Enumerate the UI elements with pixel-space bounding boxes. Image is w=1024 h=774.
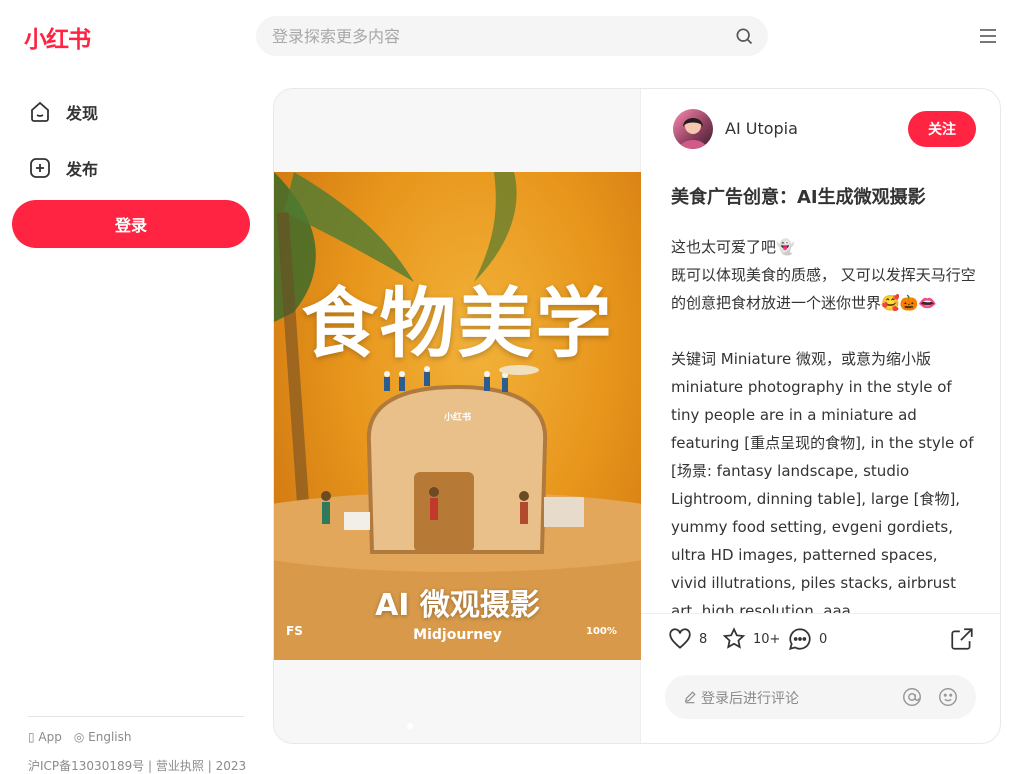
heart-icon [669,628,691,649]
language-link[interactable]: ◎ English [74,730,132,744]
author-name[interactable]: AI Utopia [725,119,798,138]
note-info: AI Utopia 关注 美食广告创意：AI生成微观摄影 这也太可爱了吧👻 既可… [641,89,1000,743]
poster-corner-right: 100% [586,626,617,637]
like-count: 8 [699,631,708,647]
collect-button[interactable]: 10+ [721,625,780,653]
emoji-icon[interactable] [937,686,959,708]
share-icon [951,628,973,650]
comment-count: 0 [819,631,828,647]
icp-footer: 沪ICP备13030189号 | 营业执照 | 2023 [28,759,247,773]
share-button[interactable] [949,625,975,653]
avatar-image [679,118,707,149]
carousel-indicator[interactable] [407,723,413,729]
note-title: 美食广告创意：AI生成微观摄影 [671,187,926,208]
menu-icon[interactable] [978,26,998,46]
follow-button[interactable]: 关注 [908,111,976,147]
like-button[interactable]: 8 [667,625,707,653]
poster-subtitle: AI 微观摄影 [375,588,540,623]
comment-count-button[interactable]: 0 [787,625,827,653]
note-media[interactable]: 食物美学 小红书 AI 微观摄影 Midjourney FS 100% [274,89,641,743]
mention-icon[interactable] [901,686,923,708]
sidebar-links: ▯ App ◎ English [28,730,132,744]
note-image[interactable]: 食物美学 小红书 AI 微观摄影 Midjourney FS 100% [274,172,641,660]
comment-input[interactable]: 登录后进行评论 [665,675,976,719]
sidebar-item-label: 发现 [66,104,99,123]
login-button[interactable]: 登录 [12,200,250,248]
note-paragraph: 这也太可爱了吧👻 [671,238,795,256]
collect-count: 10+ [753,631,781,647]
app-logo[interactable]: 小红书 [24,20,91,54]
note-detail-card: 食物美学 小红书 AI 微观摄影 Midjourney FS 100% AI U… [273,88,1001,744]
star-icon [722,627,746,649]
engage-divider [641,613,1000,614]
comment-placeholder: 登录后进行评论 [701,691,799,707]
avatar[interactable] [673,109,713,149]
sidebar-item-publish[interactable]: 发布 [12,144,250,192]
search-input[interactable] [272,16,712,56]
poster-headline: 食物美学 [301,279,614,368]
pen-icon [684,691,696,704]
app-download-link[interactable]: ▯ App [28,730,62,744]
sidebar-divider [28,716,244,717]
poster-corner-left: FS [286,624,303,638]
home-icon [31,101,49,122]
note-paragraph: 关键词 Miniature 微观，或意为缩小版 miniature photog… [671,350,974,613]
poster-badge: 小红书 [444,413,472,423]
sidebar-item-label: 发布 [66,160,99,179]
comment-icon [788,628,811,650]
note-paragraph: 既可以体现美食的质感， 又可以发挥天马行空的创意把食材放进一个迷你世界🥰🎃👄 [671,266,976,312]
sidebar-item-discover[interactable]: 发现 [12,88,250,136]
plus-square-icon [30,158,50,178]
search-icon[interactable] [734,26,754,46]
search-bar[interactable] [256,16,768,56]
note-content: 这也太可爱了吧👻 既可以体现美食的质感， 又可以发挥天马行空的创意把食材放进一个… [671,233,977,613]
